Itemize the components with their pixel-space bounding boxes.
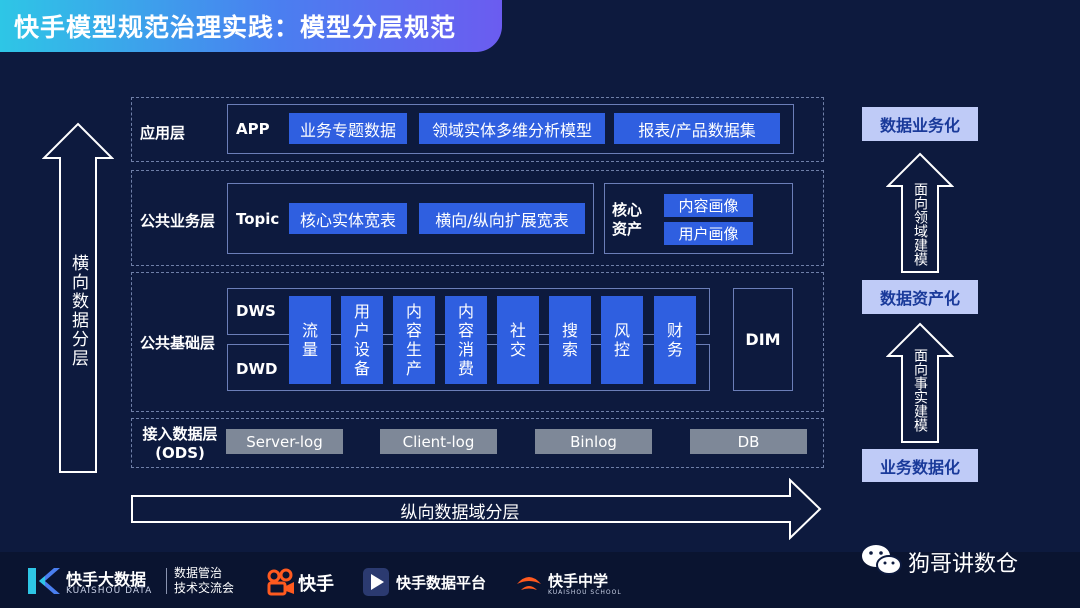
footer-school: 快手中学	[548, 572, 609, 590]
kuaishou-logo-icon	[267, 568, 294, 596]
bottom-arrow-label: 纵向数据域分层	[400, 503, 520, 523]
app-item-1: 业务专题数据	[289, 113, 407, 144]
business-data-box: 业务数据化	[862, 449, 978, 482]
dwd-label: DWD	[236, 360, 278, 378]
app-item-2: 领域实体多维分析模型	[419, 113, 605, 144]
footer-brand-sub: KUAISHOU DATA	[66, 586, 153, 596]
domain-risk-control: 风 控	[601, 296, 643, 384]
upper-arrow-label: 面向领域建模	[912, 182, 928, 266]
topic-label: Topic	[236, 210, 280, 228]
domain-traffic: 流 量	[289, 296, 331, 384]
page-title: 快手模型规范治理实践：模型分层规范	[14, 13, 457, 42]
source-db: DB	[690, 429, 807, 454]
footer-kuaishou: 快手	[298, 574, 334, 595]
data-business-box: 数据业务化	[862, 107, 978, 141]
core-asset-content-profile: 内容画像	[664, 194, 753, 217]
footer-brand-desc: 数据管治 技术交流会	[174, 566, 235, 595]
lower-arrow-label: 面向事实建模	[912, 348, 928, 432]
topic-item-2: 横向/纵向扩展宽表	[419, 203, 585, 234]
app-item-3: 报表/产品数据集	[614, 113, 780, 144]
core-asset-user-profile: 用户画像	[664, 222, 753, 245]
common-base-label: 公共基础层	[140, 334, 216, 352]
play-triangle-icon	[363, 568, 389, 596]
wechat-icon	[862, 545, 902, 575]
domain-user-device: 用 户 设 备	[341, 296, 383, 384]
dws-label: DWS	[236, 302, 276, 320]
source-binlog: Binlog	[535, 429, 652, 454]
domain-social: 社 交	[497, 296, 539, 384]
domain-finance: 财 务	[654, 296, 696, 384]
kuaishou-data-logo-icon	[28, 568, 60, 594]
app-layer-label: 应用层	[140, 124, 186, 142]
dim-box: DIM	[733, 288, 793, 391]
footer-data-platform: 快手数据平台	[396, 574, 487, 592]
data-asset-box: 数据资产化	[862, 280, 978, 314]
ods-label: 接入数据层 (ODS)	[142, 425, 218, 462]
topic-item-1: 核心实体宽表	[289, 203, 407, 234]
common-business-label: 公共业务层	[140, 212, 216, 230]
domain-content-consumption: 内 容 消 费	[445, 296, 487, 384]
left-arrow-label: 横向数据分层	[68, 254, 88, 368]
source-server-log: Server-log	[226, 429, 343, 454]
flame-icon	[517, 577, 541, 590]
domain-content-production: 内 容 生 产	[393, 296, 435, 384]
wechat-watermark-text: 狗哥讲数仓	[908, 552, 1019, 577]
footer-divider	[166, 568, 167, 594]
domain-search: 搜 索	[549, 296, 591, 384]
source-client-log: Client-log	[380, 429, 497, 454]
footer-school-sub: KUAISHOU SCHOOL	[548, 589, 622, 596]
app-sub-label: APP	[236, 120, 270, 138]
core-assets-label: 核心 资产	[612, 201, 643, 238]
